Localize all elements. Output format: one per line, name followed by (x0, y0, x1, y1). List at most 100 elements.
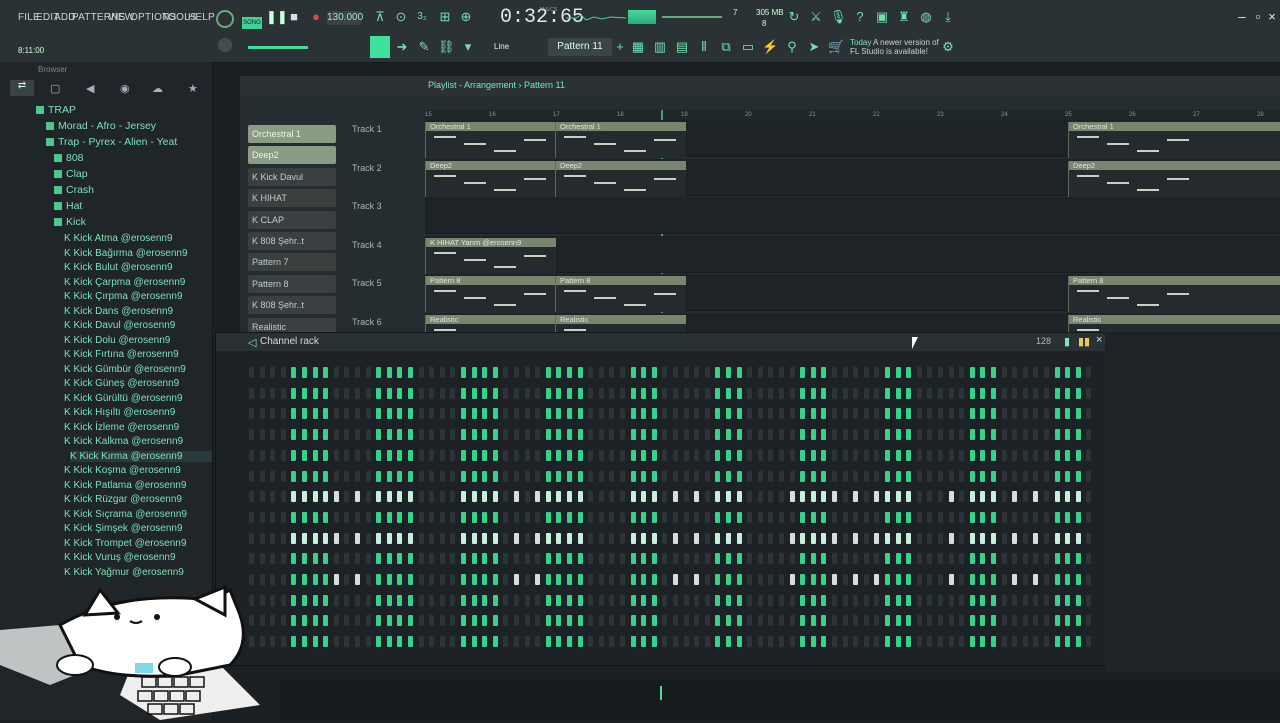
step-button[interactable] (577, 408, 583, 420)
step-button[interactable] (355, 532, 360, 544)
step-button[interactable] (1001, 491, 1007, 503)
step-button[interactable] (450, 470, 456, 482)
step-button[interactable] (355, 574, 360, 585)
step-button[interactable] (1054, 574, 1060, 585)
step-button[interactable] (768, 615, 774, 627)
step-button[interactable] (927, 553, 933, 565)
step-button[interactable] (333, 449, 339, 461)
step-button[interactable] (408, 367, 413, 378)
step-button[interactable] (1012, 594, 1018, 606)
step-button[interactable] (471, 491, 477, 503)
step-button[interactable] (598, 470, 604, 482)
step-button[interactable] (651, 594, 657, 606)
step-button[interactable] (916, 636, 922, 648)
clip[interactable]: Orchestral 1 (1068, 122, 1280, 158)
step-button[interactable] (333, 470, 339, 482)
step-button[interactable] (885, 511, 890, 523)
step-button[interactable] (1065, 615, 1071, 627)
step-button[interactable] (948, 387, 954, 399)
step-button[interactable] (355, 429, 360, 441)
step-button[interactable] (694, 491, 700, 503)
step-button[interactable] (514, 367, 519, 378)
step-button[interactable] (821, 470, 827, 482)
minimize-icon[interactable]: – (1234, 9, 1250, 25)
step-button[interactable] (535, 553, 541, 565)
step-button[interactable] (323, 470, 329, 482)
step-button[interactable] (588, 470, 594, 482)
step-button[interactable] (991, 449, 996, 461)
step-button[interactable] (291, 574, 297, 585)
browser-file[interactable]: K Kick Kırma @erosenn9 (70, 450, 212, 462)
step-button[interactable] (916, 387, 922, 399)
step-button[interactable] (323, 553, 329, 565)
step-button[interactable] (609, 408, 615, 420)
step-button[interactable] (333, 511, 339, 523)
step-button[interactable] (524, 636, 530, 648)
step-button[interactable] (333, 408, 339, 420)
step-button[interactable] (832, 470, 837, 482)
step-button[interactable] (291, 511, 297, 523)
step-button[interactable] (249, 367, 254, 378)
step-button[interactable] (863, 367, 869, 378)
step-button[interactable] (969, 636, 975, 648)
step-button[interactable] (620, 636, 625, 648)
step-button[interactable] (821, 449, 827, 461)
step-button[interactable] (461, 574, 466, 585)
step-button[interactable] (620, 367, 625, 378)
step-button[interactable] (991, 615, 996, 627)
step-button[interactable] (1065, 511, 1071, 523)
step-button[interactable] (630, 429, 636, 441)
step-button[interactable] (482, 594, 488, 606)
step-button[interactable] (768, 429, 774, 441)
step-button[interactable] (545, 429, 551, 441)
step-button[interactable] (461, 615, 466, 627)
step-button[interactable] (397, 636, 403, 648)
step-button[interactable] (259, 387, 265, 399)
step-button[interactable] (471, 367, 477, 378)
step-button[interactable] (747, 615, 753, 627)
step-button[interactable] (376, 470, 382, 482)
step-button[interactable] (1044, 429, 1049, 441)
step-button[interactable] (344, 553, 350, 565)
step-button[interactable] (853, 532, 859, 544)
step-button[interactable] (598, 511, 604, 523)
step-button[interactable] (938, 574, 943, 585)
step-button[interactable] (694, 387, 700, 399)
step-button[interactable] (397, 594, 403, 606)
step-button[interactable] (450, 449, 456, 461)
step-button[interactable] (885, 387, 890, 399)
step-button[interactable] (577, 553, 583, 565)
step-button[interactable] (938, 449, 943, 461)
step-button[interactable] (408, 408, 413, 420)
step-button[interactable] (280, 429, 286, 441)
step-button[interactable] (386, 532, 392, 544)
step-button[interactable] (821, 408, 827, 420)
step-button[interactable] (450, 511, 456, 523)
step-button[interactable] (620, 470, 625, 482)
step-button[interactable] (694, 532, 700, 544)
step-button[interactable] (408, 511, 413, 523)
track-label[interactable]: Track 6 (352, 317, 382, 327)
step-button[interactable] (545, 615, 551, 627)
close-rack-icon[interactable]: × (1096, 334, 1102, 346)
step-button[interactable] (556, 532, 562, 544)
step-button[interactable] (386, 574, 392, 585)
step-button[interactable] (673, 449, 678, 461)
step-button[interactable] (842, 594, 848, 606)
step-button[interactable] (927, 429, 933, 441)
step-button[interactable] (1001, 511, 1007, 523)
step-button[interactable] (514, 449, 519, 461)
step-button[interactable] (482, 574, 488, 585)
step-button[interactable] (333, 636, 339, 648)
step-button[interactable] (789, 449, 795, 461)
step-button[interactable] (673, 429, 678, 441)
step-button[interactable] (673, 553, 678, 565)
step-button[interactable] (800, 574, 806, 585)
step-button[interactable] (1044, 532, 1049, 544)
swing-display[interactable]: 128 (1036, 336, 1051, 346)
step-button[interactable] (959, 615, 965, 627)
news-text[interactable]: A newer version of (873, 38, 939, 47)
step-button[interactable] (641, 615, 647, 627)
step-button[interactable] (747, 470, 753, 482)
step-button[interactable] (471, 532, 477, 544)
